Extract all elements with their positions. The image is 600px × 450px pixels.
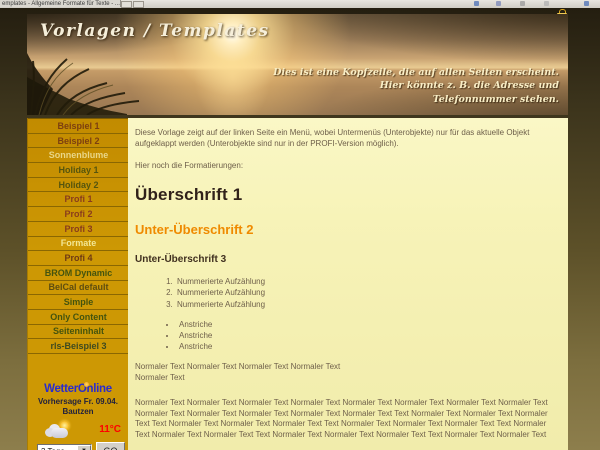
browser-icon-2[interactable] [496,1,501,6]
numbered-list-item: Nummerierte Aufzählung [175,299,558,311]
sidebar-item-holiday-1[interactable]: Holiday 1 [28,163,129,178]
normal-text-paragraph: Normaler Text Normaler Text Normaler Tex… [135,362,558,383]
intro-paragraph: Diese Vorlage zeigt auf der linken Seite… [135,128,555,149]
heading-1: Überschrift 1 [135,185,558,205]
sidebar-item-profi-3[interactable]: Profi 3 [28,222,129,237]
header-tagline: Dies ist eine Kopfzeile, die auf allen S… [273,66,559,106]
temperature-value: 11°C [99,424,121,435]
sidebar-item-formate[interactable]: Formate [28,237,129,252]
numbered-list-item: Nummerierte Aufzählung [175,276,558,288]
sidebar-item-beispiel-1[interactable]: Beispiel 1 [28,119,129,134]
header-image: Vorlagen / Templates Dies ist eine Kopfz… [27,14,568,115]
main-content: Diese Vorlage zeigt auf der linken Seite… [128,118,568,450]
long-text-paragraph: Normaler Text Normaler Text Normaler Tex… [135,398,561,440]
sidebar-item-rls-beispiel-3[interactable]: rls-Beispiel 3 [28,339,129,354]
forecast-range-value: 3 Tage [41,447,65,450]
heading-3: Unter-Überschrift 3 [135,254,558,265]
sidebar-item-brom-dynamic[interactable]: BROM Dynamic [28,266,129,281]
cloud-sun-icon [45,421,73,438]
heading-2: Unter-Überschrift 2 [135,222,558,237]
screen: emplates - Allgemeine Formate für Texte … [0,0,600,450]
bullet-list-item: Anstriche [177,319,558,330]
wetteronline-logo-part2: Online [78,383,112,395]
browser-icon-4[interactable] [544,1,549,6]
wetteronline-logo-part1: Wetter [44,383,78,395]
browser-icon-3[interactable] [520,1,525,6]
sidebar-item-profi-4[interactable]: Profi 4 [28,251,129,266]
sidebar-item-seiteninhalt[interactable]: Seiteninhalt [28,325,129,340]
bullet-list-item: Anstriche [177,330,558,341]
forecast-location-label: Bautzen [29,407,127,417]
dune-grass-graphic [27,43,237,115]
widget-controls: 3 Tage ▼ GO [29,442,127,450]
page-background: Vorlagen / Templates Dies ist eine Kopfz… [0,8,600,450]
sidebar-item-sonnenblume[interactable]: Sonnenblume [28,148,129,163]
wetteronline-logo[interactable]: WetterOnline [44,383,112,395]
sidebar-item-belcal-default[interactable]: BelCal default [28,281,129,296]
site-title: Vorlagen / Templates [40,21,270,41]
sidebar-item-profi-2[interactable]: Profi 2 [28,207,129,222]
sidebar-menu: Beispiel 1Beispiel 2SonnenblumeHoliday 1… [28,118,129,354]
sidebar-item-only-content[interactable]: Only Content [28,310,129,325]
forecast-row: 11°C [29,417,127,439]
browser-toolbar-button-1[interactable] [121,1,132,8]
browser-tab[interactable]: emplates - Allgemeine Formate für Texte … [0,0,121,7]
numbered-list: Nummerierte AufzählungNummerierte Aufzäh… [135,276,558,311]
weather-widget: WetterOnline Vorhersage Fr. 09.04. Bautz… [29,379,127,450]
browser-icon-1[interactable] [474,1,479,6]
bullet-list-item: Anstriche [177,341,558,352]
browser-toolbar-button-2[interactable] [133,1,144,8]
bullet-list: AnstricheAnstricheAnstriche [135,319,558,352]
numbered-list-item: Nummerierte Aufzählung [175,287,558,299]
sidebar-item-holiday-2[interactable]: Holiday 2 [28,178,129,193]
chevron-down-icon[interactable]: ▼ [77,445,91,450]
formats-lead: Hier noch die Formatierungen: [135,161,558,172]
sidebar-item-profi-1[interactable]: Profi 1 [28,192,129,207]
sidebar-item-simple[interactable]: Simple [28,295,129,310]
forecast-date-label: Vorhersage Fr. 09.04. [29,397,127,407]
forecast-range-select[interactable]: 3 Tage ▼ [37,444,92,450]
browser-icon-5[interactable] [584,1,589,6]
go-button[interactable]: GO [96,442,125,450]
sidebar-item-beispiel-2[interactable]: Beispiel 2 [28,134,129,149]
